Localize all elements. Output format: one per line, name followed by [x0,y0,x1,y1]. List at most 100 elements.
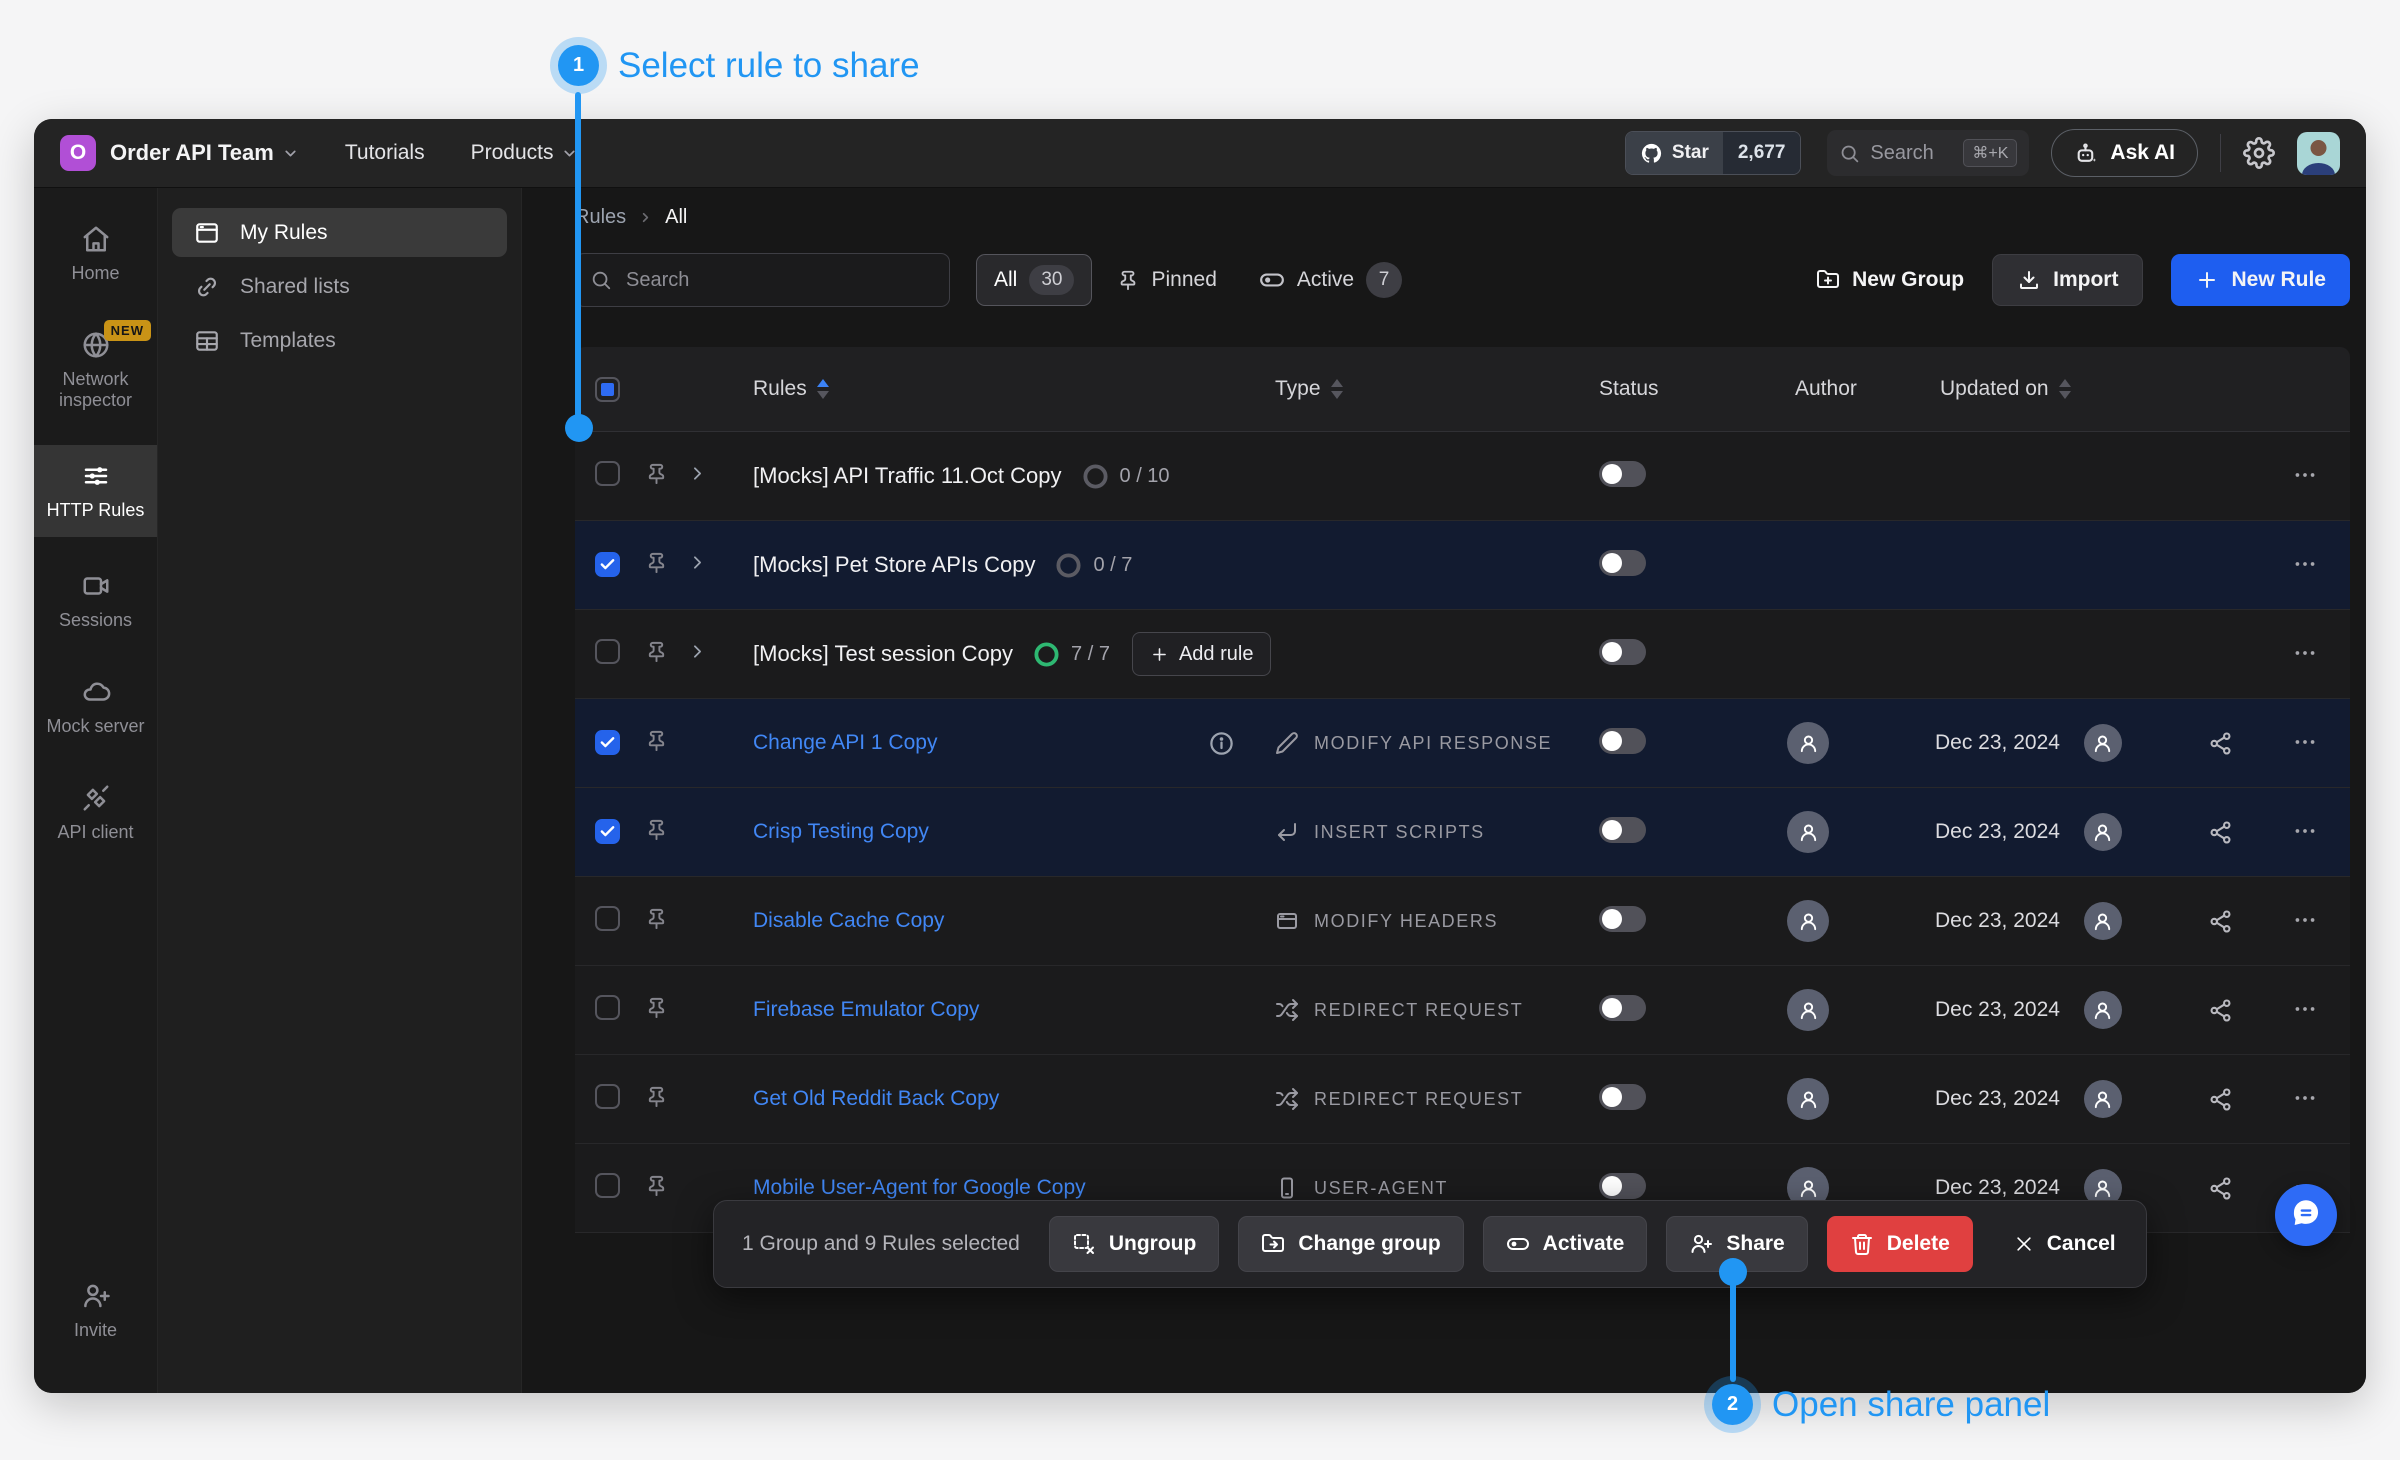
row-checkbox[interactable] [595,906,620,931]
chevron-right-icon[interactable] [687,641,708,662]
pin-icon[interactable] [645,551,668,574]
user-avatar[interactable] [2297,132,2340,175]
rail-item-api-client[interactable]: API client [34,771,157,855]
row-checkbox[interactable] [595,1084,620,1109]
import-button[interactable]: Import [1992,254,2143,306]
sort-updated[interactable] [2059,379,2071,399]
share-icon[interactable] [2208,1176,2233,1201]
sidebar-item-my-rules[interactable]: My Rules [172,208,507,257]
new-group-button[interactable]: New Group [1816,254,1964,306]
rail-item-home[interactable]: Home [34,212,157,296]
ungroup-button[interactable]: Ungroup [1049,1216,1219,1272]
chat-widget-button[interactable] [2275,1184,2337,1246]
change-group-button[interactable]: Change group [1238,1216,1463,1272]
info-icon[interactable] [1208,730,1235,757]
filter-all[interactable]: All 30 [976,254,1092,306]
status-toggle[interactable] [1599,639,1646,665]
row-checkbox[interactable] [595,995,620,1020]
workspace-logo[interactable]: O [60,135,96,171]
global-search[interactable]: Search ⌘+K [1827,130,2029,176]
table-row[interactable]: [Mocks] API Traffic 11.Oct Copy0 / 10 [575,432,2350,521]
row-checkbox[interactable] [595,1173,620,1198]
rule-name-link[interactable]: Mobile User-Agent for Google Copy [753,1176,1086,1200]
more-options-button[interactable] [2288,1082,2322,1116]
annotation-1-dot [565,414,593,442]
add-rule-button[interactable]: Add rule [1132,632,1272,676]
row-checkbox[interactable] [595,552,620,577]
new-rule-button[interactable]: New Rule [2171,254,2350,306]
rail-item-http-rules[interactable]: HTTP Rules [34,445,157,537]
share-icon[interactable] [2208,1087,2233,1112]
rule-name-link[interactable]: Get Old Reddit Back Copy [753,1087,999,1111]
chevron-right-icon[interactable] [687,463,708,484]
rule-name-link[interactable]: Crisp Testing Copy [753,820,929,844]
sidebar-item-shared-lists[interactable]: Shared lists [172,262,507,311]
github-star-widget[interactable]: Star 2,677 [1625,131,1802,175]
filter-pinned[interactable]: Pinned [1100,255,1233,305]
workspace-name[interactable]: Order API Team [110,140,274,166]
share-icon[interactable] [2208,998,2233,1023]
pin-icon[interactable] [645,1085,668,1108]
nav-tutorials[interactable]: Tutorials [345,141,425,165]
row-checkbox[interactable] [595,639,620,664]
row-checkbox[interactable] [595,730,620,755]
rule-name-link[interactable]: Change API 1 Copy [753,731,937,755]
gear-icon[interactable] [2243,137,2275,169]
rule-name-link[interactable]: Firebase Emulator Copy [753,998,979,1022]
status-toggle[interactable] [1599,1084,1646,1110]
row-checkbox[interactable] [595,819,620,844]
table-row[interactable]: [Mocks] Pet Store APIs Copy0 / 7 [575,521,2350,610]
sidebar-item-templates[interactable]: Templates [172,316,507,365]
rule-name-link[interactable]: Disable Cache Copy [753,909,944,933]
status-toggle[interactable] [1599,1173,1646,1199]
status-toggle[interactable] [1599,461,1646,487]
delete-button[interactable]: Delete [1827,1216,1973,1272]
sort-type[interactable] [1331,379,1343,399]
status-toggle[interactable] [1599,728,1646,754]
pin-icon[interactable] [645,462,668,485]
share-icon[interactable] [2208,909,2233,934]
rail-item-network-inspector[interactable]: NEWNetwork inspector [34,318,157,423]
more-options-button[interactable] [2288,548,2322,582]
chevron-right-icon[interactable] [687,552,708,573]
more-options-button[interactable] [2288,904,2322,938]
table-row[interactable]: Firebase Emulator CopyREDIRECT REQUESTDe… [575,966,2350,1055]
share-icon[interactable] [2208,731,2233,756]
chevron-down-icon[interactable] [282,145,299,162]
status-toggle[interactable] [1599,995,1646,1021]
status-toggle[interactable] [1599,550,1646,576]
more-options-button[interactable] [2288,993,2322,1027]
more-options-button[interactable] [2288,459,2322,493]
status-toggle[interactable] [1599,906,1646,932]
pin-icon[interactable] [645,996,668,1019]
row-checkbox[interactable] [595,461,620,486]
rail-item-sessions[interactable]: Sessions [34,559,157,643]
type-cell: INSERT SCRIPTS [1275,820,1575,844]
cancel-button[interactable]: Cancel [1992,1216,2138,1272]
rail-item-mock-server[interactable]: Mock server [34,665,157,749]
ask-ai-button[interactable]: Ask AI [2051,129,2198,177]
more-options-button[interactable] [2288,637,2322,671]
pin-icon[interactable] [645,640,668,663]
nav-products[interactable]: Products [471,141,579,165]
share-icon[interactable] [2208,820,2233,845]
filter-active[interactable]: Active 7 [1242,255,1419,305]
more-options-button[interactable] [2288,815,2322,849]
pin-icon[interactable] [645,729,668,752]
pin-icon[interactable] [645,907,668,930]
sort-rules[interactable] [817,379,829,399]
table-row[interactable]: [Mocks] Test session Copy7 / 7Add rule [575,610,2350,699]
table-row[interactable]: Change API 1 CopyMODIFY API RESPONSEDec … [575,699,2350,788]
more-options-button[interactable] [2288,726,2322,760]
table-row[interactable]: Crisp Testing CopyINSERT SCRIPTSDec 23, … [575,788,2350,877]
rules-search-input[interactable] [624,268,935,293]
table-row[interactable]: Get Old Reddit Back CopyREDIRECT REQUEST… [575,1055,2350,1144]
select-all-checkbox[interactable] [595,377,620,402]
pin-icon[interactable] [645,1174,668,1197]
pin-icon[interactable] [645,818,668,841]
breadcrumb-rules[interactable]: Rules [575,206,626,229]
status-toggle[interactable] [1599,817,1646,843]
table-row[interactable]: Disable Cache CopyMODIFY HEADERSDec 23, … [575,877,2350,966]
rail-item-invite[interactable]: Invite [34,1269,157,1353]
activate-button[interactable]: Activate [1483,1216,1648,1272]
